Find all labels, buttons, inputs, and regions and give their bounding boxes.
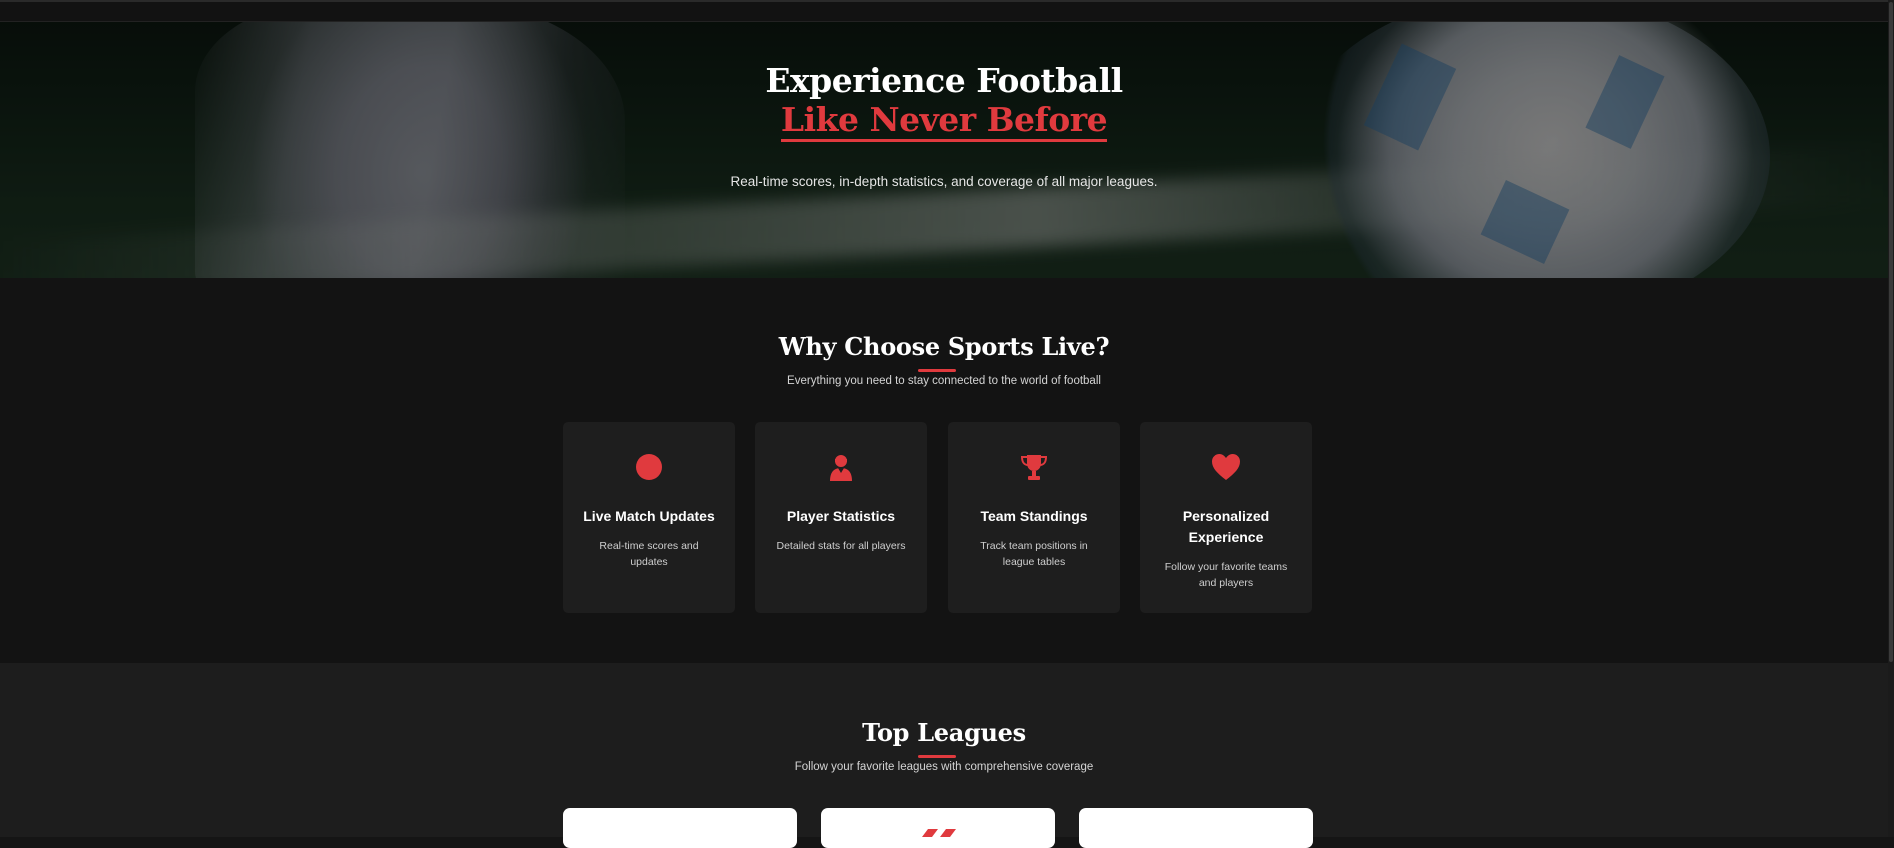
leagues-title-underline xyxy=(918,755,956,758)
why-subtitle: Everything you need to stay connected to… xyxy=(787,375,1101,387)
feature-description: Follow your favorite teams and players xyxy=(1164,561,1288,589)
top-bar xyxy=(0,0,1888,22)
hero-title-highlight: Like Never Before xyxy=(0,100,1888,142)
hero-title: Experience Football xyxy=(765,61,1123,100)
leagues-subtitle: Follow your favorite leagues with compre… xyxy=(794,761,1094,773)
feature-card-player-stats: Player Statistics Detailed stats for all… xyxy=(755,422,927,613)
feature-description: Real-time scores and updates xyxy=(599,540,699,568)
feature-title: Live Match Updates xyxy=(583,508,715,524)
feature-card-personalized: Personalized Experience Follow your favo… xyxy=(1140,422,1312,613)
why-title: Why Choose Sports Live? xyxy=(778,332,1110,361)
feature-card-team-standings: Team Standings Track team positions in l… xyxy=(948,422,1120,613)
league-card[interactable] xyxy=(563,808,797,848)
page-scrollbar[interactable] xyxy=(1888,0,1894,837)
leagues-title: Top Leagues xyxy=(862,718,1026,747)
feature-title: Personalized Experience xyxy=(1182,508,1270,545)
scrollbar-thumb[interactable] xyxy=(1889,2,1893,662)
heart-icon xyxy=(1212,454,1240,480)
feature-description: Track team positions in league tables xyxy=(980,540,1088,568)
feature-title: Team Standings xyxy=(980,508,1088,524)
league-card[interactable] xyxy=(821,808,1055,848)
feature-card-live-match: Live Match Updates Real-time scores and … xyxy=(563,422,735,613)
feature-title: Player Statistics xyxy=(786,508,896,524)
league-card[interactable] xyxy=(1079,808,1313,848)
user-icon xyxy=(830,455,852,481)
feature-description: Detailed stats for all players xyxy=(776,540,906,552)
why-title-underline xyxy=(918,369,956,372)
hero-subtitle: Real-time scores, in-depth statistics, a… xyxy=(730,174,1158,189)
circle-icon xyxy=(636,454,662,480)
league-logo-icon xyxy=(922,829,956,837)
trophy-icon xyxy=(1020,455,1048,480)
